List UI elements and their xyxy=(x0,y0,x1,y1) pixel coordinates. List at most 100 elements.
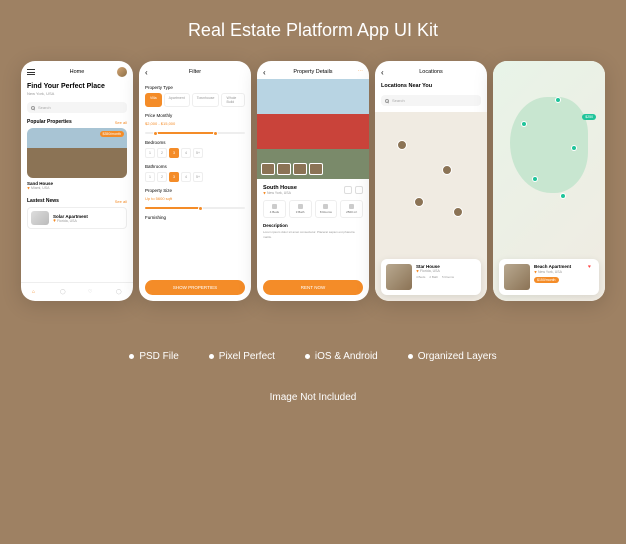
see-all-link[interactable]: See all xyxy=(115,120,127,125)
bedrooms-row: 1 2 3 4 5+ xyxy=(145,148,245,158)
details-title: Property Details xyxy=(293,69,332,75)
details-content: South House New York, USA 4 Beds 3 Bath … xyxy=(257,79,369,274)
filter-header: ‹ Filter xyxy=(139,61,251,79)
num-4[interactable]: 4 xyxy=(181,172,191,182)
heart-icon[interactable] xyxy=(355,186,363,194)
pin-icon xyxy=(263,192,266,195)
furnishing-label: Furnishing xyxy=(145,215,245,220)
num-5[interactable]: 5+ xyxy=(193,148,203,158)
nav-search-icon[interactable]: ◯ xyxy=(60,289,66,295)
pin-icon xyxy=(53,219,56,222)
news-location: Florida, USA xyxy=(53,219,88,223)
map-view[interactable]: Star House Florida, USA 4 Beds 2 Bath 5 … xyxy=(375,112,487,301)
pill-villa[interactable]: Villa xyxy=(145,93,162,107)
price-label: Price Monthly xyxy=(145,113,245,118)
property-location: Miami, USA xyxy=(27,186,127,190)
features-row: PSD File Pixel Perfect iOS & Android Org… xyxy=(129,351,496,362)
pin-icon xyxy=(534,271,537,274)
see-all-link[interactable]: See all xyxy=(115,199,127,204)
card-price: $150/month xyxy=(534,277,559,283)
price-slider[interactable] xyxy=(145,132,245,134)
back-icon[interactable]: ‹ xyxy=(263,68,266,77)
thumb-2[interactable] xyxy=(277,163,291,175)
map-marker[interactable] xyxy=(442,165,452,175)
description-text: Lorem ipsum dolor sit amet consectetur. … xyxy=(263,230,363,239)
num-3[interactable]: 3 xyxy=(169,172,179,182)
map-marker[interactable] xyxy=(521,121,527,127)
size-slider[interactable] xyxy=(145,207,245,209)
search-input[interactable]: Search xyxy=(381,95,481,106)
footer-note: Image Not Included xyxy=(270,392,357,403)
filter-title: Filter xyxy=(189,69,201,75)
map-marker[interactable] xyxy=(453,207,463,217)
thumb-1[interactable] xyxy=(261,163,275,175)
description-label: Description xyxy=(263,223,363,228)
locations-header: ‹ Locations xyxy=(375,61,487,79)
detail-hero-image xyxy=(257,79,369,179)
nav-profile-icon[interactable]: ◯ xyxy=(116,289,122,295)
thumb-3[interactable] xyxy=(293,163,307,175)
map-property-card[interactable]: Beach Apartment ♥ New York, USA $150/mon… xyxy=(499,259,599,295)
news-label: Lastest News xyxy=(27,198,59,204)
card-image xyxy=(504,264,530,290)
num-2[interactable]: 2 xyxy=(157,148,167,158)
screens-row: Home Find Your Perfect Place New York, U… xyxy=(21,61,605,301)
feature-pixel: Pixel Perfect xyxy=(209,351,275,362)
price-range-value: $2,000 - $15,000 xyxy=(145,121,245,126)
screen-filter: ‹ Filter Property Type Villa Apartment T… xyxy=(139,61,251,301)
pin-icon xyxy=(27,187,30,190)
rent-now-button[interactable]: RENT NOW xyxy=(263,280,363,295)
popular-label: Popular Properties xyxy=(27,119,72,125)
map-full-view[interactable]: $250 Beach Apartment ♥ New York, USA $15… xyxy=(493,61,605,301)
num-2[interactable]: 2 xyxy=(157,172,167,182)
hero-location: New York, USA xyxy=(27,91,127,96)
num-1[interactable]: 1 xyxy=(145,148,155,158)
avatar[interactable] xyxy=(117,67,127,77)
thumbnail-row xyxy=(261,163,323,175)
menu-icon[interactable] xyxy=(27,69,35,75)
num-5[interactable]: 5+ xyxy=(193,172,203,182)
num-4[interactable]: 4 xyxy=(181,148,191,158)
property-card[interactable]: $350/month xyxy=(27,128,127,178)
more-icon[interactable]: ⋯ xyxy=(358,69,364,75)
pill-townhouse[interactable]: Townhouse xyxy=(192,93,220,107)
detail-location: New York, USA xyxy=(263,191,297,195)
news-card[interactable]: Solar Apartment Florida, USA xyxy=(27,207,127,229)
heart-icon[interactable]: ♥ xyxy=(588,264,594,270)
spec-rooms: 8 Rooms xyxy=(315,200,338,218)
area-icon xyxy=(349,204,354,209)
search-icon xyxy=(31,106,35,110)
room-icon xyxy=(323,204,328,209)
thumb-4[interactable] xyxy=(309,163,323,175)
search-input[interactable]: Search xyxy=(27,102,127,113)
nav-fav-icon[interactable]: ♡ xyxy=(88,289,94,295)
hero-heading: Find Your Perfect Place xyxy=(27,83,127,90)
spec-row: 4 Beds 3 Bath 8 Rooms 2500 m² xyxy=(263,200,363,218)
map-price-badge[interactable]: $250 xyxy=(582,114,596,120)
map-property-card[interactable]: Star House Florida, USA 4 Beds 2 Bath 5 … xyxy=(381,259,481,295)
bed-icon xyxy=(272,204,277,209)
back-icon[interactable]: ‹ xyxy=(145,68,148,77)
feature-psd: PSD File xyxy=(129,351,178,362)
bullet-icon xyxy=(129,354,134,359)
card-image xyxy=(386,264,412,290)
show-properties-button[interactable]: SHOW PROPERTIES xyxy=(145,280,245,295)
num-3[interactable]: 3 xyxy=(169,148,179,158)
map-marker[interactable] xyxy=(560,193,566,199)
share-icon[interactable] xyxy=(344,186,352,194)
pill-whole[interactable]: Whole Build xyxy=(221,93,245,107)
nav-home-icon[interactable]: ⌂ xyxy=(32,289,38,295)
map-marker[interactable] xyxy=(555,97,561,103)
bullet-icon xyxy=(408,354,413,359)
card-location: Florida, USA xyxy=(416,269,476,273)
spec-beds: 4 Beds xyxy=(263,200,286,218)
map-marker[interactable] xyxy=(414,197,424,207)
screen-locations: ‹ Locations Locations Near You Search St… xyxy=(375,61,487,301)
filter-content: Property Type Villa Apartment Townhouse … xyxy=(139,79,251,274)
bullet-icon xyxy=(209,354,214,359)
pill-apartment[interactable]: Apartment xyxy=(164,93,190,107)
num-1[interactable]: 1 xyxy=(145,172,155,182)
screen-map: $250 Beach Apartment ♥ New York, USA $15… xyxy=(493,61,605,301)
map-marker[interactable] xyxy=(397,140,407,150)
back-icon[interactable]: ‹ xyxy=(381,68,384,77)
